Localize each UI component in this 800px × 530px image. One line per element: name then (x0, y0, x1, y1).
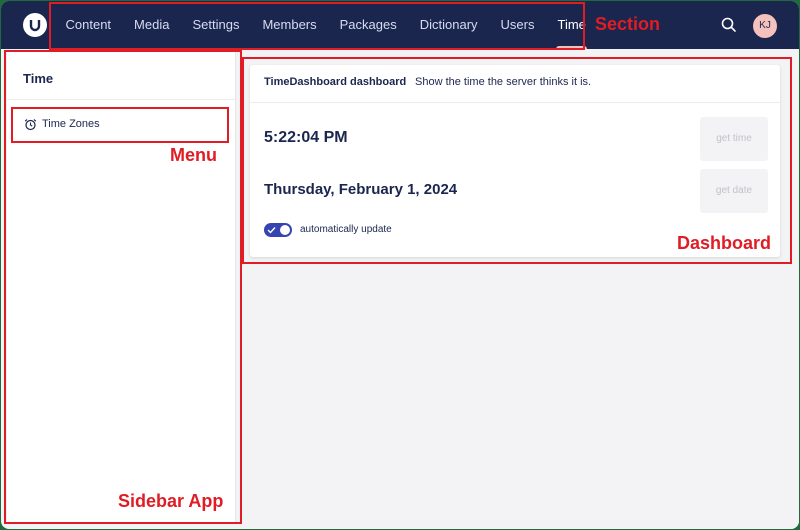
top-header: Content Media Settings Members Packages … (1, 1, 799, 49)
search-icon[interactable] (720, 16, 738, 34)
current-time: 5:22:04 PM (264, 129, 348, 146)
nav-media[interactable]: Media (123, 1, 181, 49)
nav-content[interactable]: Content (54, 1, 123, 49)
current-date: Thursday, February 1, 2024 (264, 181, 458, 198)
logo-mark (29, 20, 41, 32)
nav-settings[interactable]: Settings (181, 1, 251, 49)
nav-time[interactable]: Time (546, 1, 597, 49)
nav-users[interactable]: Users (489, 1, 546, 49)
get-date-button[interactable]: get date (700, 169, 768, 213)
alarm-clock-icon (24, 118, 37, 136)
user-avatar[interactable]: KJ (753, 14, 777, 38)
check-icon (267, 227, 276, 234)
section-nav: Content Media Settings Members Packages … (54, 1, 597, 49)
umbraco-logo-icon[interactable] (23, 13, 47, 37)
search-glyph (721, 17, 736, 32)
get-time-button[interactable]: get time (700, 117, 768, 161)
sidebar-divider (7, 99, 235, 100)
dashboard-description: Show the time the server thinks it is. (415, 76, 592, 88)
sidebar-app: Time Time Zones (7, 51, 236, 523)
auto-update-toggle[interactable] (264, 223, 292, 237)
nav-members[interactable]: Members (251, 1, 328, 49)
app-window: Content Media Settings Members Packages … (1, 1, 799, 529)
dashboard-title: TimeDashboard dashboard (264, 76, 407, 88)
toggle-knob (280, 225, 290, 235)
nav-dictionary[interactable]: Dictionary (408, 1, 489, 49)
menu-item-label: Time Zones (42, 118, 100, 130)
dashboard-header: TimeDashboard dashboard Show the time th… (250, 65, 780, 103)
menu-item-time-zones[interactable]: Time Zones (15, 111, 227, 139)
nav-packages[interactable]: Packages (328, 1, 408, 49)
sidebar-title: Time (23, 71, 54, 86)
auto-update-label: automatically update (300, 224, 392, 235)
main-content: TimeDashboard dashboard Show the time th… (243, 51, 799, 529)
dashboard-card: TimeDashboard dashboard Show the time th… (250, 65, 780, 257)
